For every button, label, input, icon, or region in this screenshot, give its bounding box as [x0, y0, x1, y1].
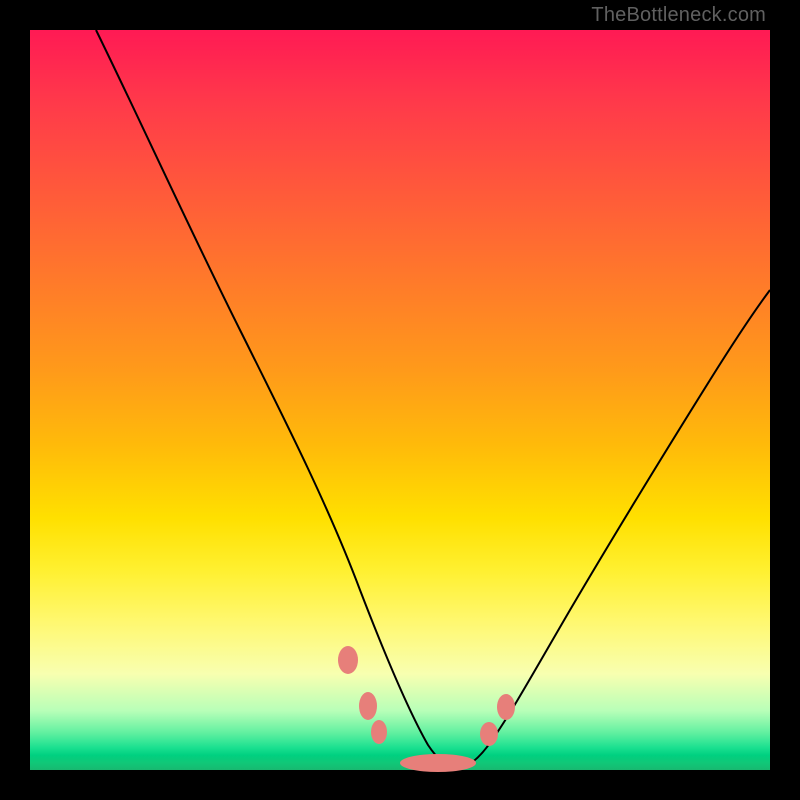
left-curve	[96, 30, 455, 770]
chart-frame: TheBottleneck.com	[0, 0, 800, 800]
watermark-text: TheBottleneck.com	[591, 4, 766, 27]
flat-markers	[338, 646, 515, 772]
chart-curves-layer	[30, 30, 770, 770]
